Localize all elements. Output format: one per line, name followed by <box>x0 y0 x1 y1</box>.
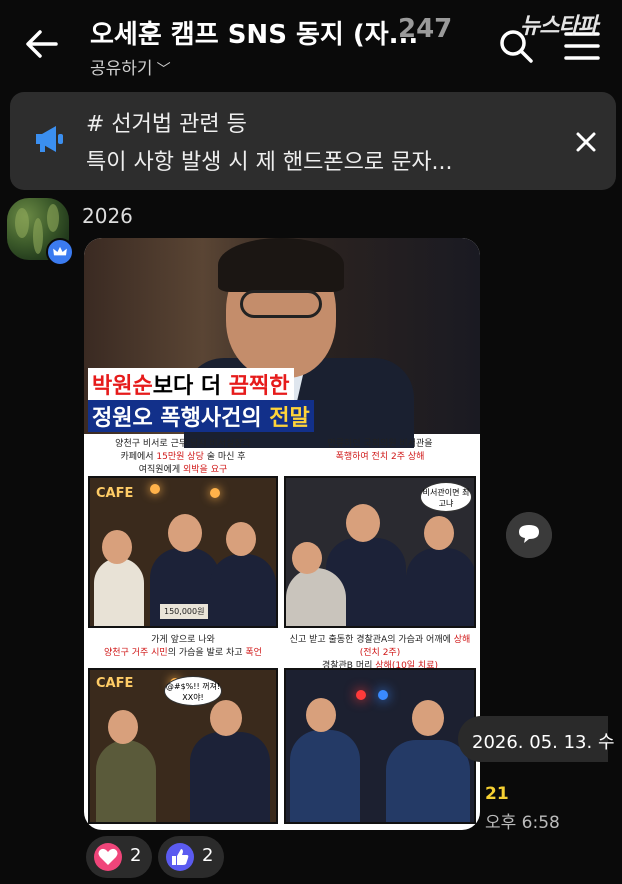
headline-line2: 정원오 폭행사건의 전말 <box>88 400 314 432</box>
comic-panel-2: 비서관이면 최고냐 <box>284 476 476 628</box>
watermark-logo: 뉴스타파 <box>520 14 598 39</box>
notice-line2: 특이 사항 발생 시 제 핸드폰으로 문자... <box>86 150 453 175</box>
message-time: 오후 6:58 <box>485 813 560 833</box>
share-button[interactable]: 공유하기 ﹀ <box>90 54 171 79</box>
comic-panel-3: CAFE @#$%!! 꺼져! XX야! <box>88 668 278 824</box>
unread-count: 21 <box>485 784 509 804</box>
reaction-count: 2 <box>202 845 214 866</box>
comic-panel-1: CAFE 150,000원 <box>88 476 278 628</box>
panel3-caption: 가게 앞으로 나와 양천구 거주 시민의 가슴을 발로 차고 폭언 <box>104 635 262 658</box>
member-count: 247 <box>398 14 453 44</box>
chat-header: 오세훈 캠프 SNS 동지 (자... 247 공유하기 ﹀ 뉴스타파 <box>0 0 622 90</box>
panel2-caption: 만류하던 국회의원 비서관을 폭행하여 전치 2주 상해 <box>327 439 433 462</box>
comic-panel-4 <box>284 668 476 824</box>
share-label: 공유하기 <box>90 59 153 79</box>
chevron-down-icon: ﹀ <box>156 62 171 78</box>
heart-icon <box>94 843 122 871</box>
megaphone-icon <box>36 126 63 152</box>
thumbs-up-icon <box>166 843 194 871</box>
headline: 박원순보다 더 끔찍한 정원오 폭행사건의 전말 <box>84 366 480 432</box>
reaction-count: 2 <box>130 845 142 866</box>
reaction-like[interactable]: 2 <box>158 836 224 878</box>
reaction-heart[interactable]: 2 <box>86 836 152 878</box>
sender-name: 2026 <box>82 204 133 228</box>
chat-bubble-share-icon[interactable] <box>506 512 552 558</box>
chat-title: 오세훈 캠프 SNS 동지 (자... <box>90 20 419 50</box>
notice-banner[interactable]: # 선거법 관련 등 특이 사항 발생 시 제 핸드폰으로 문자... <box>10 92 616 190</box>
crown-badge-icon <box>46 238 74 266</box>
close-icon[interactable] <box>574 130 598 154</box>
back-arrow-icon[interactable] <box>22 24 62 64</box>
headline-line1: 박원순보다 더 끔찍한 <box>88 368 294 400</box>
notice-line1: # 선거법 관련 등 <box>86 112 247 137</box>
date-divider: 2026. 05. 13. 수 <box>458 716 615 762</box>
panel1-caption: 양천구 비서로 근무 당시 비서실장과 카페에서 15만원 상당 술 마신 후 … <box>115 439 251 475</box>
message-image[interactable]: 박원순보다 더 끔찍한 정원오 폭행사건의 전말 양천구 비서로 근무 당시 비… <box>84 238 480 830</box>
